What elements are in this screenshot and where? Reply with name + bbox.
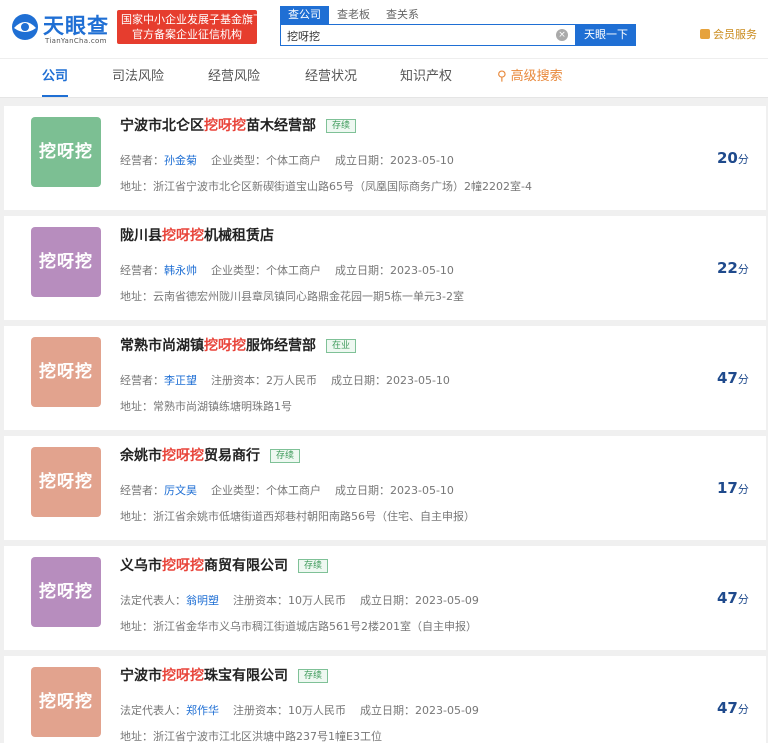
status-badge: 存续 [298,559,329,573]
company-avatar: 挖呀挖 [31,337,101,407]
company-name[interactable]: 余姚市挖呀挖贸易商行 存续 [120,445,301,465]
tab-boss[interactable]: 查老板 [329,6,378,24]
company-avatar: 挖呀挖 [31,227,101,297]
eye-logo-icon [12,14,38,40]
clear-icon[interactable]: × [556,29,568,41]
crown-icon [700,29,710,39]
status-badge: 存续 [270,449,301,463]
vip-service-link[interactable]: 会员服务 [700,26,757,42]
nav-ip[interactable]: 知识产权 [400,59,452,97]
nav-advanced-search[interactable]: ⚲ 高级搜索 [497,59,563,97]
status-badge: 在业 [326,339,357,353]
promo-line-2: 官方备案企业征信机构 [132,28,242,41]
nav-legal-risk[interactable]: 司法风险 [112,59,164,97]
company-address: 地址：浙江省宁波市北仑区新碶街道宝山路65号（凤凰国际商务广场）2幢2202室-… [120,180,532,193]
score: 47分 [717,369,749,387]
company-address: 地址：浙江省宁波市江北区洪塘中路237号1幢E3工位 [120,730,382,743]
person-link[interactable]: 郑作华 [186,704,219,717]
search-type-tabs: 查公司 查老板 查关系 [280,6,427,24]
score: 17分 [717,479,749,497]
company-meta: 经营者：厉文昊 企业类型：个体工商户 成立日期：2023-05-10 [120,484,454,497]
score: 47分 [717,589,749,607]
company-meta: 经营者：韩永帅 企业类型：个体工商户 成立日期：2023-05-10 [120,264,454,277]
status-badge: 存续 [326,119,357,133]
company-name[interactable]: 常熟市尚湖镇挖呀挖服饰经营部 在业 [120,335,357,355]
company-name[interactable]: 义乌市挖呀挖商贸有限公司 存续 [120,555,329,575]
score: 47分 [717,699,749,717]
score: 20分 [717,149,749,167]
nav-business-risk[interactable]: 经营风险 [208,59,260,97]
tab-relation[interactable]: 查关系 [378,6,427,24]
result-card[interactable]: 挖呀挖 余姚市挖呀挖贸易商行 存续 经营者：厉文昊 企业类型：个体工商户 成立日期：2… [4,436,766,540]
nav-advanced-label: 高级搜索 [510,69,563,84]
result-card[interactable]: 挖呀挖 陇川县挖呀挖机械租赁店 经营者：韩永帅 企业类型：个体工商户 成立日期：20… [4,216,766,320]
result-card[interactable]: 挖呀挖 义乌市挖呀挖商贸有限公司 存续 法定代表人：翁明塑 注册资本：10万人民币成… [4,546,766,650]
top-header: 天眼查 TianYanCha.com 国家中小企业发展子基金旗下 官方备案企业征… [0,0,768,58]
tab-company[interactable]: 查公司 [280,6,329,24]
promo-banner[interactable]: 国家中小企业发展子基金旗下 官方备案企业征信机构 [117,10,264,44]
status-badge: 存续 [298,669,329,683]
search-icon: ⚲ [497,69,511,84]
person-link[interactable]: 厉文昊 [164,484,197,497]
company-name[interactable]: 宁波市挖呀挖珠宝有限公司 存续 [120,665,329,685]
company-name[interactable]: 陇川县挖呀挖机械租赁店 [120,225,274,245]
promo-line-1: 国家中小企业发展子基金旗下 [121,13,264,26]
nav-company[interactable]: 公司 [42,59,69,97]
company-meta: 经营者：李正望 注册资本：2万人民币 成立日期：2023-05-10 [120,374,450,387]
person-link[interactable]: 李正望 [164,374,197,387]
category-nav: 公司 司法风险 经营风险 经营状况 知识产权 ⚲ 高级搜索 [0,58,768,98]
company-address: 地址：浙江省余姚市低塘街道西郑巷村朝阳南路56号（住宅、自主申报） [120,510,475,523]
result-card[interactable]: 挖呀挖 宁波市挖呀挖珠宝有限公司 存续 法定代表人：郑作华 注册资本：10万人民币成… [4,656,766,743]
result-card[interactable]: 挖呀挖 宁波市北仑区挖呀挖苗木经营部 存续 经营者：孙金菊 企业类型：个体工商户 成立… [4,106,766,210]
person-link[interactable]: 韩永帅 [164,264,197,277]
search-input[interactable] [287,28,547,44]
nav-business-status[interactable]: 经营状况 [305,59,357,97]
person-link[interactable]: 孙金菊 [164,154,197,167]
company-meta: 法定代表人：翁明塑 注册资本：10万人民币 成立日期：2023-05-09 [120,594,479,607]
vip-label: 会员服务 [713,28,757,41]
company-address: 地址：常熟市尚湖镇练塘明珠路1号 [120,400,292,413]
company-avatar: 挖呀挖 [31,117,101,187]
company-avatar: 挖呀挖 [31,447,101,517]
logo-text: 天眼查 [43,14,109,38]
company-address: 地址：云南省德宏州陇川县章凤镇同心路鼎金花园一期5栋一单元3-2室 [120,290,464,303]
company-avatar: 挖呀挖 [31,667,101,737]
result-card[interactable]: 挖呀挖 常熟市尚湖镇挖呀挖服饰经营部 在业 经营者：李正望 注册资本：2万人民币 成立… [4,326,766,430]
logo[interactable]: 天眼查 TianYanCha.com [10,8,112,48]
company-meta: 经营者：孙金菊 企业类型：个体工商户 成立日期：2023-05-10 [120,154,454,167]
company-meta: 法定代表人：郑作华 注册资本：10万人民币 成立日期：2023-05-09 [120,704,479,717]
score: 22分 [717,259,749,277]
search-box: × [280,24,576,46]
company-avatar: 挖呀挖 [31,557,101,627]
logo-domain: TianYanCha.com [45,37,107,45]
company-name[interactable]: 宁波市北仑区挖呀挖苗木经营部 存续 [120,115,357,135]
company-address: 地址：浙江省金华市义乌市稠江街道城店路561号2楼201室（自主申报） [120,620,477,633]
search-button[interactable]: 天眼一下 [576,24,636,46]
person-link[interactable]: 翁明塑 [186,594,219,607]
